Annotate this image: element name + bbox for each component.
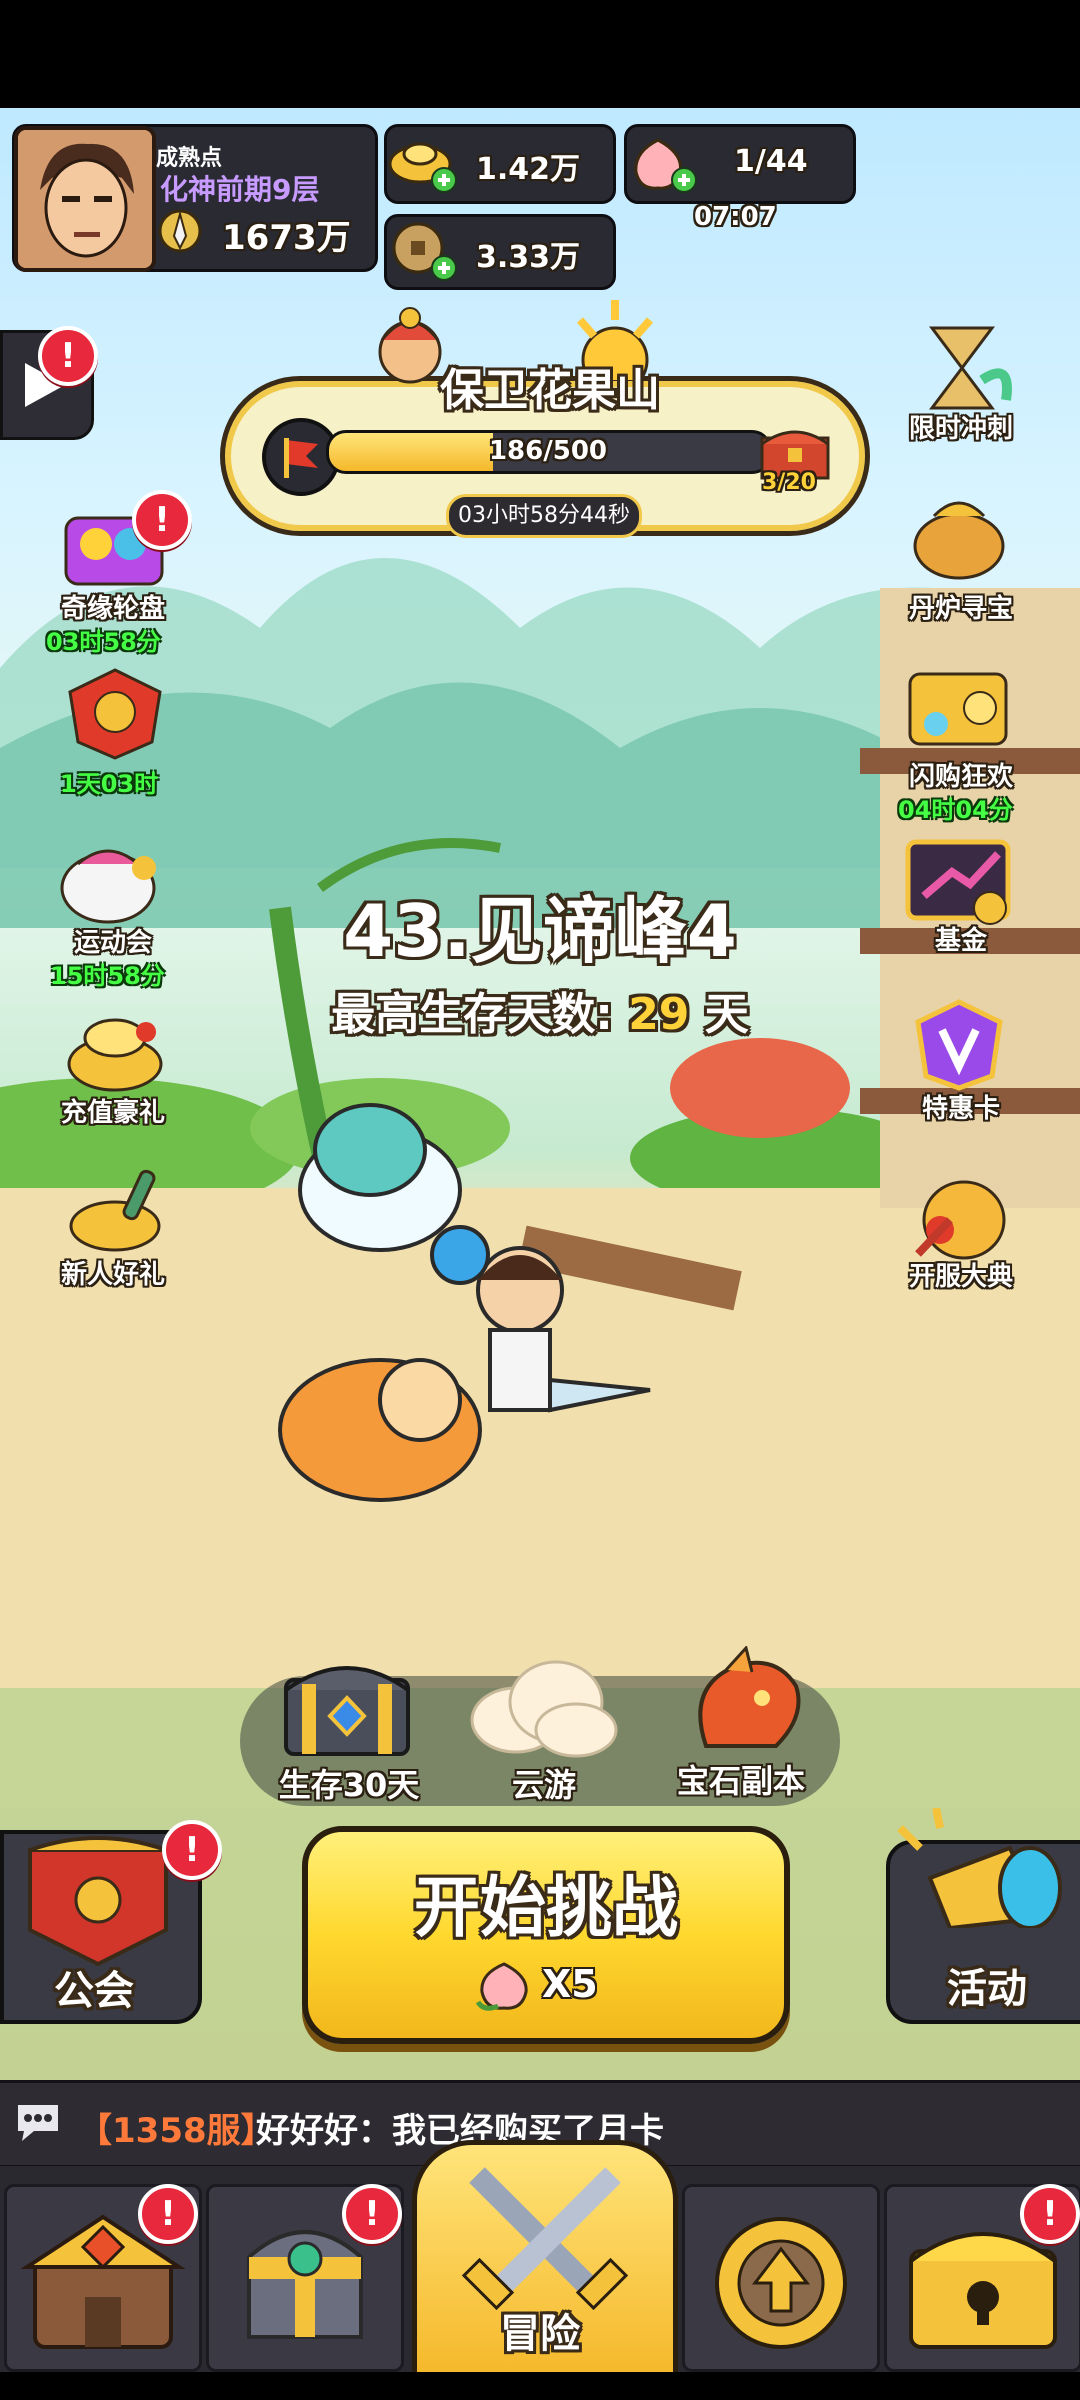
side-label-lucky-wheel: 奇缘轮盘 [60, 594, 165, 624]
chat-bubble-icon [12, 2099, 64, 2147]
side-label-special-card: 特惠卡 [921, 1094, 1000, 1124]
side-label-server-celebration: 开服大典 [908, 1262, 1013, 1292]
side-timer-shield: 1天03时 [60, 770, 159, 798]
chest-count: 3/20 [762, 470, 816, 495]
mode-cloud-travel-label: 云游 [511, 1766, 576, 1804]
realm-text: 化神前期9层 [160, 173, 320, 206]
peach-icon [624, 124, 704, 198]
activity-label: 活动 [947, 1966, 1027, 2012]
coin-value: 3.33万 [476, 240, 581, 275]
side-item-server-celebration[interactable] [900, 1170, 1018, 1270]
side-item-alchemy-furnace[interactable] [900, 490, 1018, 590]
side-label-alchemy-furnace: 丹炉寻宝 [908, 594, 1013, 624]
nav-tab-adventure-label: 冒险 [500, 2311, 580, 2357]
side-item-time-sprint[interactable] [902, 320, 1020, 420]
peach-icon [474, 1958, 534, 2014]
alert-badge: ! [342, 2184, 402, 2244]
survival-record: 最高生存天数: 29 天 [0, 978, 1080, 1042]
event-progress-text: 186/500 [488, 436, 608, 466]
side-label-flash-sale: 闪购狂欢 [908, 762, 1013, 792]
alert-badge: ! [38, 326, 98, 386]
stage-name: 43.见谛峰4 [343, 889, 737, 973]
event-progress-fill [329, 433, 493, 471]
event-countdown: 03小时58分44秒 [446, 494, 642, 538]
side-item-flash-sale[interactable] [900, 664, 1018, 764]
battle-characters [278, 1103, 651, 1502]
peach-timer: 07:07 [694, 202, 777, 232]
status-bar [0, 0, 1080, 108]
nav-tab-adventure[interactable]: 冒险 [412, 2140, 678, 2382]
start-challenge-button[interactable]: 开始挑战 X5 [302, 1826, 790, 2044]
start-challenge-label: 开始挑战 [414, 1869, 678, 1946]
challenge-cost: X5 [542, 1962, 598, 2006]
gold-value: 1.42万 [476, 152, 581, 187]
side-label-time-sprint: 限时冲刺 [908, 414, 1013, 444]
event-title: 保卫花果山 [440, 365, 660, 416]
alert-badge: ! [162, 1820, 222, 1880]
side-label-newbie-gift: 新人好礼 [60, 1260, 165, 1290]
mode-survival-label: 生存30天 [278, 1766, 420, 1804]
alert-badge: ! [138, 2184, 198, 2244]
guild-label: 公会 [54, 1968, 134, 2014]
mode-gem-dungeon-label: 宝石副本 [676, 1762, 805, 1800]
peach-value: 1/44 [734, 144, 808, 179]
system-nav-bar [0, 2372, 1080, 2400]
survival-days: 29 [628, 989, 690, 1040]
side-timer-lucky-wheel: 03时58分 [46, 628, 161, 656]
side-label-recharge-gift: 充值豪礼 [60, 1098, 165, 1128]
survival-label: 最高生存天数: [331, 989, 613, 1040]
copper-coin-icon [384, 212, 464, 286]
chat-server: 【1358服】 [78, 2111, 275, 2151]
side-item-shield[interactable] [56, 664, 174, 764]
gold-ingot-icon [384, 124, 464, 198]
activity-button[interactable]: 活动 [886, 1808, 1080, 2024]
alert-badge: ! [132, 490, 192, 550]
avatar[interactable] [14, 126, 156, 272]
side-timer-flash-sale: 04时04分 [898, 796, 1013, 824]
survival-unit: 天 [704, 989, 749, 1040]
power-value: 1673万 [222, 218, 351, 258]
sword-power-icon [152, 206, 208, 256]
nav-tab-upgrade[interactable] [682, 2184, 880, 2372]
side-item-newbie-gift[interactable] [56, 1162, 174, 1262]
alert-badge: ! [1020, 2184, 1080, 2244]
